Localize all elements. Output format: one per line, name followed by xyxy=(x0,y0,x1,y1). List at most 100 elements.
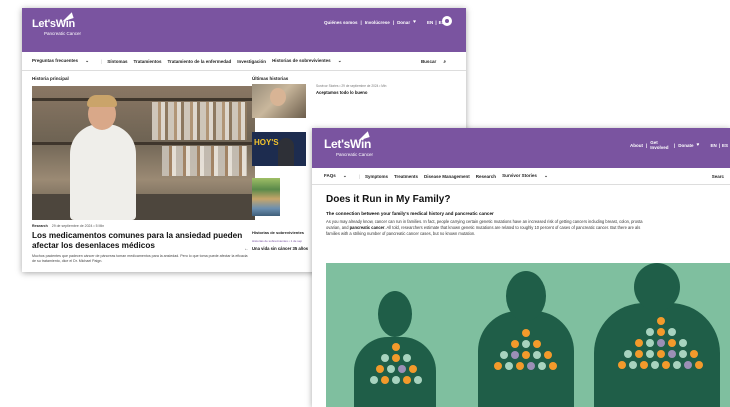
tree-node xyxy=(494,362,502,370)
tree-node xyxy=(656,339,665,347)
family-tree-right xyxy=(618,317,703,369)
search-label: Searc xyxy=(711,173,724,179)
tree-node xyxy=(521,351,530,359)
family-tree-illustration xyxy=(326,263,730,407)
tree-node xyxy=(386,365,395,373)
chevron-down-icon: ⌄ xyxy=(343,173,347,178)
nav-item-treatments[interactable]: Treatments xyxy=(394,174,418,179)
family-tree-left xyxy=(370,343,422,384)
about-link[interactable]: Quiénes somos xyxy=(324,20,358,25)
latest-story-thumbnail[interactable] xyxy=(252,84,306,118)
tree-node xyxy=(392,343,400,351)
nav-label: FAQs xyxy=(324,173,336,178)
nav-item-faq[interactable]: Preguntas frecuentes ⌄ xyxy=(32,58,95,64)
tree-node xyxy=(678,350,687,358)
lang-separator: | xyxy=(718,142,720,148)
chevron-down-icon: ⌄ xyxy=(337,58,342,63)
search-button[interactable]: Searc xyxy=(712,168,730,184)
latest-story-meta: Survivor Stories • 29 de septiembre de 2… xyxy=(316,84,387,88)
tree-node xyxy=(645,339,654,347)
nav-item-disease-management[interactable]: Tratamiento de la enfermedad xyxy=(168,59,232,64)
story-tag[interactable]: Research xyxy=(32,224,48,228)
latest-story-thumbnail[interactable] xyxy=(252,178,280,216)
nav-divider: | xyxy=(101,58,103,64)
body-text: families with a striking number of pancr… xyxy=(326,231,476,237)
tree-node xyxy=(532,340,541,348)
nav-item-faqs[interactable]: FAQs ⌄ xyxy=(324,173,353,179)
nav-item-research[interactable]: Research xyxy=(476,174,496,179)
tree-node xyxy=(673,361,681,369)
logo[interactable]: Let'sWin Pancreatic Cancer xyxy=(32,12,81,36)
tree-node xyxy=(516,362,524,370)
photo-person-hair xyxy=(87,95,117,107)
tree-node xyxy=(408,365,417,373)
tree-node xyxy=(678,339,687,347)
main-story-label: Historia principal xyxy=(32,76,69,81)
language-switch: EN | ES xyxy=(710,143,730,148)
tree-node xyxy=(543,351,552,359)
photo-lab-bench xyxy=(32,194,255,220)
tree-node xyxy=(662,361,670,369)
header-links: Quiénes somos | Involúcrese | Donar ♥ EN… xyxy=(324,19,447,25)
logo-wordmark: Let'sWin xyxy=(32,18,75,30)
tree-node xyxy=(499,351,508,359)
page-title: Does it Run in My Family? xyxy=(326,194,451,205)
english-page-screenshot: Let'sWin Pancreatic Cancer About | Get I… xyxy=(312,128,730,407)
user-icon[interactable] xyxy=(442,16,452,26)
survivor-story-meta[interactable]: Historias de sobrevivientes • 1 de sep xyxy=(252,239,302,243)
survivor-story-title[interactable]: Una vida sin cáncer 35 años xyxy=(252,246,308,251)
involved-link[interactable]: Get Involved xyxy=(650,140,671,150)
tree-node xyxy=(381,376,389,384)
heart-icon: ♥ xyxy=(696,142,700,148)
main-story-photo[interactable] xyxy=(32,86,255,220)
silhouette-head xyxy=(506,271,546,321)
header-links: About | Get Involved | Donate ♥ EN | ES xyxy=(630,140,730,150)
nav-item-symptoms[interactable]: Síntomas xyxy=(107,59,127,64)
nav-item-research[interactable]: Investigación xyxy=(237,59,266,64)
lang-en-link[interactable]: EN xyxy=(427,20,433,25)
nav-label: Survivor Stories xyxy=(502,173,537,178)
latest-story-title[interactable]: Aceptamos todo lo bueno xyxy=(316,90,367,95)
page-subhead: The connection between your family's med… xyxy=(326,211,494,216)
main-nav: FAQs ⌄ | Symptoms Treatments Disease Man… xyxy=(312,168,730,185)
tree-node xyxy=(651,361,659,369)
tree-node xyxy=(549,362,557,370)
latest-story-thumbnail[interactable]: HOY'S xyxy=(252,132,306,166)
search-icon: ⌕ xyxy=(443,58,446,64)
tree-node xyxy=(521,340,530,348)
lang-es-link[interactable]: ES xyxy=(722,143,728,148)
tree-node xyxy=(656,317,665,325)
nav-item-survivor-stories[interactable]: Survivor Stories ⌄ xyxy=(502,173,554,179)
silhouette-head xyxy=(378,291,412,337)
nav-item-symptoms[interactable]: Symptoms xyxy=(365,174,388,179)
photo-person xyxy=(70,124,136,220)
lang-en-link[interactable]: EN xyxy=(710,143,716,148)
logo[interactable]: Let'sWin Pancreatic Cancer xyxy=(324,131,373,157)
tree-node xyxy=(505,362,513,370)
donate-link[interactable]: Donate xyxy=(678,143,693,148)
heart-icon: ♥ xyxy=(413,19,417,25)
article-body: As you may already know, cancer can run … xyxy=(326,219,730,238)
main-story-meta: Research 29 de septiembre de 2024 • 5 Mi… xyxy=(32,224,104,228)
body-bold-text: pancreatic cancer xyxy=(349,225,385,231)
tree-node xyxy=(510,351,519,359)
photo-shelf xyxy=(32,142,255,145)
nav-item-survivor-stories[interactable]: Historias de sobrevivientes ⌄ xyxy=(272,58,348,64)
about-link[interactable]: About xyxy=(630,143,643,148)
latest-stories-label: Últimas historias xyxy=(252,76,289,81)
involved-link[interactable]: Involúcrese xyxy=(365,20,390,25)
photo-bottles xyxy=(162,146,247,176)
story-date: 29 de septiembre de 2024 • 5 Min xyxy=(51,224,105,228)
family-tree-middle xyxy=(494,329,557,370)
tree-node xyxy=(392,354,400,362)
main-story-deck: Muchos pacientes que padecen cáncer de p… xyxy=(32,254,248,263)
tree-node xyxy=(623,350,632,358)
arrow-left-icon[interactable]: ← xyxy=(244,246,249,252)
photo-bottles xyxy=(152,102,247,140)
donate-link[interactable]: Donar xyxy=(397,20,410,25)
nav-item-treatments[interactable]: Tratamientos xyxy=(134,59,162,64)
search-button[interactable]: Buscar ⌕ xyxy=(421,52,452,70)
header-separator: | xyxy=(673,142,676,148)
main-story-headline[interactable]: Los medicamentos comunes para la ansieda… xyxy=(32,231,257,251)
nav-item-disease-management[interactable]: Disease Management xyxy=(424,174,470,179)
